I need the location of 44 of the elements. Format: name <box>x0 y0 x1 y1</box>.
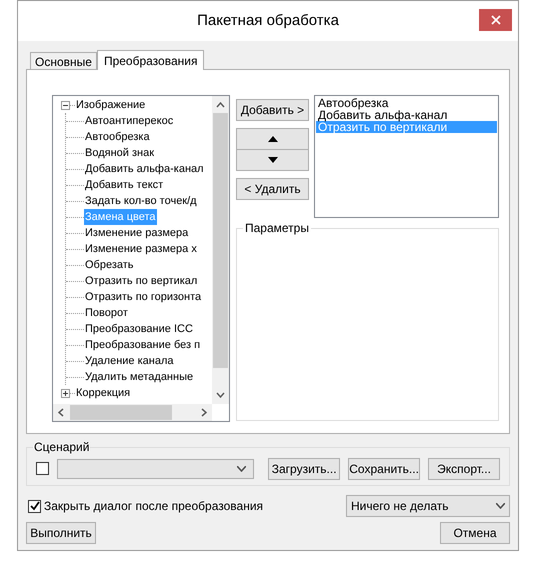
group-title: Параметры <box>243 221 311 235</box>
tree-item[interactable]: Преобразование без п <box>84 337 202 353</box>
tree-item[interactable]: Преобразование ICC <box>84 321 194 337</box>
tree-item[interactable]: Изменение размера х <box>84 241 198 257</box>
tree-item[interactable]: Задать кол-во точек/д <box>84 193 198 209</box>
window-title: Пакетная обработка <box>197 10 339 31</box>
checkbox[interactable] <box>36 462 49 475</box>
tab[interactable]: Основные <box>30 52 97 69</box>
down-arrow-icon <box>268 157 278 163</box>
tree-item[interactable]: Водяной знак <box>84 145 156 161</box>
tree-item[interactable]: Автообрезка <box>84 129 151 145</box>
up-arrow-icon <box>268 136 278 142</box>
group-title: Сценарий <box>33 440 90 454</box>
list-item[interactable]: Автообрезка <box>316 97 497 109</box>
load-button[interactable]: Загрузить... <box>268 458 340 480</box>
tree-item[interactable]: Добавить альфа-канал <box>84 161 205 177</box>
collapse-icon[interactable] <box>61 100 70 110</box>
expand-icon[interactable] <box>61 388 70 398</box>
tree-item[interactable]: Автоантиперекос <box>84 113 174 129</box>
run-button[interactable]: Выполнить <box>26 522 96 544</box>
checkbox-label[interactable]: Закрыть диалог после преобразования <box>44 497 264 515</box>
tree-item[interactable]: Поворот <box>84 305 129 321</box>
cancel-button[interactable]: Отмена <box>440 522 510 544</box>
add-button[interactable]: Добавить > <box>236 99 309 121</box>
tree-item[interactable]: Изображение <box>75 97 146 113</box>
save-button[interactable]: Сохранить... <box>348 458 420 480</box>
tree-item[interactable]: Коррекция <box>75 385 132 401</box>
remove-button[interactable]: < Удалить <box>236 178 309 200</box>
close-button[interactable] <box>479 9 512 31</box>
action-dropdown[interactable]: Ничего не делать <box>346 495 510 517</box>
tree-item[interactable]: Удалить метаданные <box>84 369 194 385</box>
tree-item[interactable]: Отразить по горизонта <box>84 289 202 305</box>
checkbox[interactable] <box>28 500 41 512</box>
vertical-scrollbar[interactable] <box>212 96 229 404</box>
horizontal-scrollbar[interactable] <box>53 404 212 421</box>
tree-item[interactable]: Изменение размера <box>84 225 190 241</box>
tree-item[interactable]: Отразить по вертикал <box>84 273 198 289</box>
list-item[interactable]: Добавить альфа-канал <box>316 109 497 121</box>
tree-item[interactable]: Удаление канала <box>84 353 174 369</box>
tab[interactable]: Преобразования <box>96 50 204 70</box>
tree-item[interactable]: Добавить текст <box>84 177 164 193</box>
tree-item[interactable]: Обрезать <box>84 257 135 273</box>
close-icon <box>490 15 500 25</box>
export-button[interactable]: Экспорт... <box>428 458 500 480</box>
